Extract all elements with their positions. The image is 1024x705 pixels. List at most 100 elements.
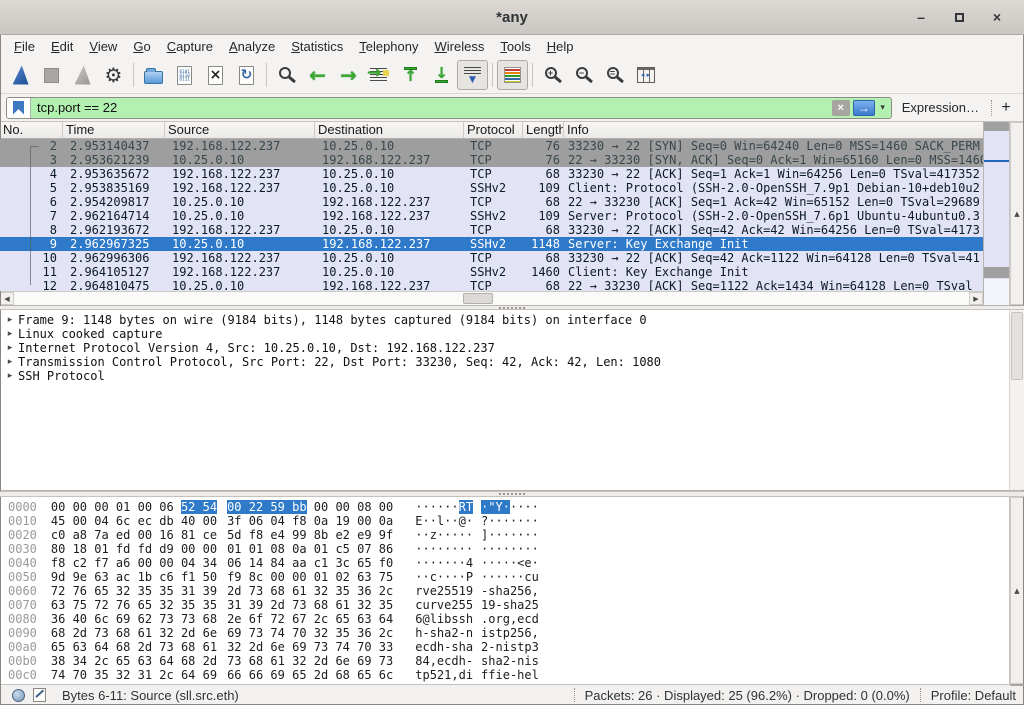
hex-row-0030[interactable]: 003080 18 01 fd fd d9 00 0001 01 08 0a 0… (0, 542, 1009, 556)
minimize-button[interactable]: – (910, 6, 932, 28)
detail-row-0[interactable]: ▸Frame 9: 1148 bytes on wire (9184 bits)… (2, 313, 1009, 327)
expert-info-icon[interactable] (12, 689, 25, 702)
close-file-button[interactable]: × (200, 60, 231, 90)
menu-analyze[interactable]: Analyze (221, 37, 283, 56)
packet-row-4[interactable]: 42.953635672192.168.122.23710.25.0.10TCP… (0, 167, 983, 181)
filter-clear-button[interactable]: × (832, 100, 850, 116)
column-header-destination[interactable]: Destination (315, 122, 464, 138)
detail-row-1[interactable]: ▸Linux cooked capture (2, 327, 1009, 341)
filter-history-dropdown[interactable]: ▾ (875, 98, 891, 118)
bytes-scroll-thumb[interactable] (1010, 684, 1024, 686)
reload-file-button[interactable]: ↻ (231, 60, 262, 90)
packet-minimap-scrollbar[interactable] (983, 122, 1009, 305)
menu-wireless[interactable]: Wireless (427, 37, 493, 56)
scroll-right-icon[interactable]: ▶ (969, 292, 983, 305)
auto-scroll-button[interactable]: ▼ (457, 60, 488, 90)
add-filter-button[interactable]: + (994, 97, 1018, 119)
colorize-button[interactable] (497, 60, 528, 90)
packet-row-6[interactable]: 62.95420981710.25.0.10192.168.122.237TCP… (0, 195, 983, 209)
maximize-button[interactable] (948, 6, 970, 28)
expand-arrow-icon[interactable]: ▸ (2, 369, 18, 383)
column-header-no[interactable]: No. (0, 122, 63, 138)
menu-tools[interactable]: Tools (492, 37, 538, 56)
expression-button[interactable]: Expression… (892, 100, 989, 115)
go-to-packet-button[interactable]: → (364, 60, 395, 90)
hex-dump[interactable]: 000000 00 00 01 00 06 52 5400 22 59 bb 0… (0, 497, 1009, 684)
menu-capture[interactable]: Capture (159, 37, 221, 56)
detail-row-3[interactable]: ▸Transmission Control Protocol, Src Port… (2, 355, 1009, 369)
packet-list-vscrollbar[interactable]: ▲ ▼ (1009, 122, 1024, 305)
column-header-length[interactable]: Length (523, 122, 564, 138)
hex-row-0090[interactable]: 009068 2d 73 68 61 32 2d 6e69 73 74 70 3… (0, 626, 1009, 640)
zoom-in-button[interactable]: + (537, 60, 568, 90)
scroll-up-icon[interactable]: ▲ (1010, 497, 1024, 684)
packet-row-9[interactable]: 92.96296732510.25.0.10192.168.122.237SSH… (0, 237, 983, 251)
go-bottom-button[interactable]: ↓ (426, 60, 457, 90)
hex-row-0000[interactable]: 000000 00 00 01 00 06 52 5400 22 59 bb 0… (0, 500, 1009, 514)
hscroll-track[interactable] (14, 292, 969, 305)
filter-apply-button[interactable]: → (853, 100, 875, 116)
scroll-up-icon[interactable]: ▲ (1010, 122, 1024, 305)
packet-details-tree[interactable]: ▸Frame 9: 1148 bytes on wire (9184 bits)… (0, 310, 1009, 490)
hex-row-00c0[interactable]: 00c074 70 35 32 31 2c 64 6966 66 69 65 2… (0, 668, 1009, 682)
details-vscrollbar[interactable] (1009, 310, 1024, 490)
filter-value[interactable]: tcp.port == 22 (31, 100, 832, 115)
close-button[interactable]: × (986, 6, 1008, 28)
hex-row-0060[interactable]: 006072 76 65 32 35 35 31 392d 73 68 61 3… (0, 584, 1009, 598)
zoom-out-button[interactable]: − (568, 60, 599, 90)
menu-telephony[interactable]: Telephony (351, 37, 426, 56)
go-top-button[interactable]: ↑ (395, 60, 426, 90)
bytes-vscrollbar[interactable]: ▲ ▼ (1009, 497, 1024, 684)
open-file-button[interactable] (138, 60, 169, 90)
zoom-original-button[interactable]: = (599, 60, 630, 90)
column-header-protocol[interactable]: Protocol (464, 122, 523, 138)
go-back-button[interactable]: ← (302, 60, 333, 90)
hex-row-00a0[interactable]: 00a065 63 64 68 2d 73 68 6132 2d 6e 69 7… (0, 640, 1009, 654)
capture-options-button[interactable]: ⚙ (98, 60, 129, 90)
packet-list[interactable]: 22.953140437192.168.122.23710.25.0.10TCP… (0, 139, 983, 291)
expand-arrow-icon[interactable]: ▸ (2, 355, 18, 369)
column-header-time[interactable]: Time (63, 122, 165, 138)
resize-columns-button[interactable] (630, 60, 661, 90)
packet-row-7[interactable]: 72.96216471410.25.0.10192.168.122.237SSH… (0, 209, 983, 223)
hex-row-0080[interactable]: 008036 40 6c 69 62 73 73 682e 6f 72 67 2… (0, 612, 1009, 626)
menu-statistics[interactable]: Statistics (283, 37, 351, 56)
detail-row-4[interactable]: ▸SSH Protocol (2, 369, 1009, 383)
save-file-button[interactable]: 0101 0110 0111 (169, 60, 200, 90)
packet-row-2[interactable]: 22.953140437192.168.122.23710.25.0.10TCP… (0, 139, 983, 153)
go-forward-button[interactable]: → (333, 60, 364, 90)
start-capture-button[interactable] (5, 60, 36, 90)
menu-edit[interactable]: Edit (43, 37, 81, 56)
packet-row-3[interactable]: 32.95362123910.25.0.10192.168.122.237TCP… (0, 153, 983, 167)
expand-arrow-icon[interactable]: ▸ (2, 327, 18, 341)
scroll-left-icon[interactable]: ◀ (0, 292, 14, 305)
profile-text[interactable]: Profile: Default (931, 688, 1016, 703)
stop-capture-button[interactable] (36, 60, 67, 90)
expand-arrow-icon[interactable]: ▸ (2, 341, 18, 355)
column-header-source[interactable]: Source (165, 122, 315, 138)
hex-row-0050[interactable]: 00509d 9e 63 ac 1b c6 f1 50f9 8c 00 00 0… (0, 570, 1009, 584)
menu-help[interactable]: Help (539, 37, 582, 56)
pane-splitter-top[interactable] (0, 306, 1024, 310)
hex-row-0020[interactable]: 0020c0 a8 7a ed 00 16 81 ce5d f8 e4 99 8… (0, 528, 1009, 542)
packet-list-hscrollbar[interactable]: ◀ ▶ (0, 291, 983, 305)
hex-row-0040[interactable]: 0040f8 c2 f7 a6 00 00 04 3406 14 84 aa c… (0, 556, 1009, 570)
packet-row-5[interactable]: 52.953835169192.168.122.23710.25.0.10SSH… (0, 181, 983, 195)
hex-row-00b0[interactable]: 00b038 34 2c 65 63 64 68 2d73 68 61 32 2… (0, 654, 1009, 668)
detail-row-2[interactable]: ▸Internet Protocol Version 4, Src: 10.25… (2, 341, 1009, 355)
pane-splitter-bottom[interactable] (0, 491, 1024, 497)
hscroll-thumb[interactable] (463, 293, 493, 304)
details-scroll-thumb[interactable] (1011, 312, 1023, 380)
find-packet-button[interactable] (271, 60, 302, 90)
hex-row-0010[interactable]: 001045 00 04 6c ec db 40 003f 06 04 f8 0… (0, 514, 1009, 528)
menu-go[interactable]: Go (125, 37, 158, 56)
packet-row-10[interactable]: 102.962996306192.168.122.23710.25.0.10TC… (0, 251, 983, 265)
menu-view[interactable]: View (81, 37, 125, 56)
column-header-info[interactable]: Info (564, 122, 983, 138)
filter-bookmark-button[interactable] (7, 98, 31, 118)
menu-file[interactable]: File (6, 37, 43, 56)
display-filter-input[interactable]: tcp.port == 22 × → ▾ (6, 97, 892, 119)
expand-arrow-icon[interactable]: ▸ (2, 313, 18, 327)
packet-row-12[interactable]: 122.96481047510.25.0.10192.168.122.237TC… (0, 279, 983, 291)
capture-comment-icon[interactable] (33, 688, 46, 702)
